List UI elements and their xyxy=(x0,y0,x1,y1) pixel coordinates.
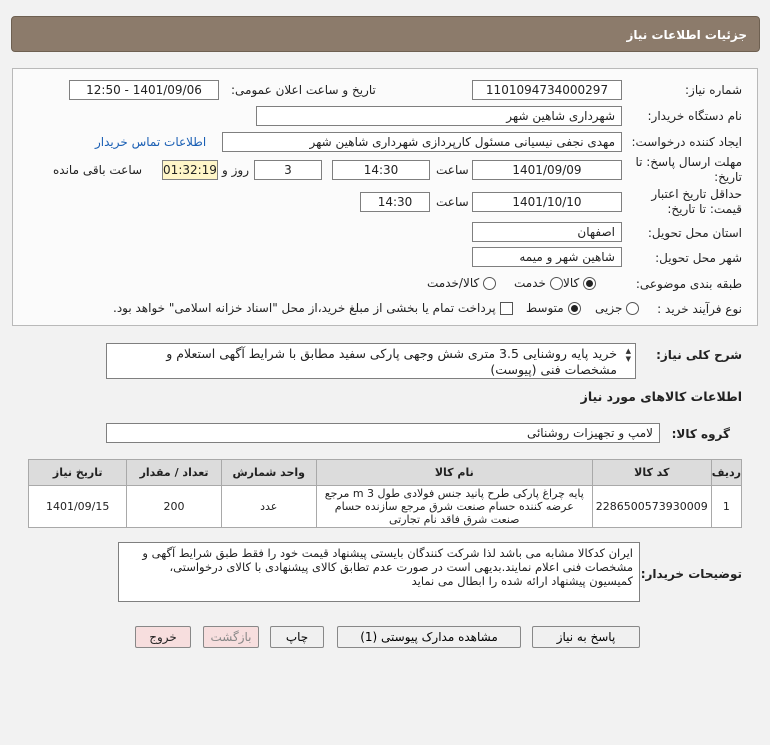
deadline-time-label: ساعت xyxy=(436,163,469,177)
remaining-time-field: 01:32:19 xyxy=(162,160,218,180)
table-row: 1 2286500573930009 پایه چراغ پارکی طرح پ… xyxy=(27,485,743,528)
col-date: تاریخ نیاز xyxy=(27,459,128,486)
cell-row: 1 xyxy=(710,485,743,528)
summary-text: خرید پایه روشنایی 3.5 متری شش وجهی پارکی… xyxy=(166,346,617,377)
reply-button[interactable]: پاسخ به نیاز xyxy=(532,626,640,648)
cell-code: 2286500573930009 xyxy=(591,485,712,528)
radio-icon[interactable] xyxy=(583,277,597,290)
summary-label: شرح کلی نیاز: xyxy=(656,348,742,362)
col-qty: تعداد / مقدار xyxy=(126,459,222,486)
cell-name: پایه چراغ پارکی طرح پانید جنس فولادی طول… xyxy=(315,485,593,528)
col-name: نام کالا xyxy=(315,459,593,486)
validity-date-field: 1401/10/10 xyxy=(472,192,622,212)
remaining-label: ساعت باقی مانده xyxy=(53,163,143,177)
cell-unit: عدد xyxy=(220,485,317,528)
deadline-label-1: مهلت ارسال پاسخ: تا xyxy=(635,155,742,169)
buyer-notes-label: توضیحات خریدار: xyxy=(640,567,742,581)
checkbox-icon[interactable] xyxy=(499,302,513,315)
buyer-org-label: نام دستگاه خریدار: xyxy=(647,109,743,123)
creator-label: ایجاد کننده درخواست: xyxy=(631,135,742,149)
deadline-time-field: 14:30 xyxy=(332,160,430,180)
goods-group-field: لامپ و تجهیزات روشنائی xyxy=(106,423,660,443)
need-number-field: 1101094734000297 xyxy=(472,80,622,100)
category-label: طبقه بندی موضوعی: xyxy=(635,277,742,291)
city-label: شهر محل تحویل: xyxy=(655,251,742,265)
buyer-org-field: شهرداری شاهین شهر xyxy=(256,106,622,126)
radio-icon[interactable] xyxy=(626,302,640,315)
scroll-arrows-icon[interactable]: ▲ ▼ xyxy=(626,347,631,363)
radio-icon[interactable] xyxy=(567,302,581,315)
city-field: شاهین شهر و میمه xyxy=(472,247,622,267)
process-option-minor[interactable]: جزیی xyxy=(595,301,640,315)
validity-time-field: 14:30 xyxy=(360,192,430,212)
province-field: اصفهان xyxy=(472,222,622,242)
treasury-payment-option[interactable]: پرداخت تمام یا بخشی از مبلغ خرید،از محل … xyxy=(113,301,513,315)
summary-textarea[interactable]: ▲ ▼ خرید پایه روشنایی 3.5 متری شش وجهی پا… xyxy=(106,343,636,379)
radio-icon[interactable] xyxy=(549,277,563,290)
days-field: 3 xyxy=(254,160,322,180)
contact-info-link[interactable]: اطلاعات تماس خریدار xyxy=(95,135,206,149)
exit-button[interactable]: خروج xyxy=(135,626,191,648)
deadline-date-field: 1401/09/09 xyxy=(472,160,622,180)
validity-time-label: ساعت xyxy=(436,195,469,209)
goods-group-label: گروه کالا: xyxy=(671,427,730,441)
items-table: ردیف کد کالا نام کالا واحد شمارش تعداد /… xyxy=(27,459,743,528)
back-button[interactable]: بازگشت xyxy=(203,626,259,648)
need-number-label: شماره نیاز: xyxy=(685,83,742,97)
process-label: نوع فرآیند خرید : xyxy=(657,302,742,316)
creator-field: مهدی نجفی نیسیانی مسئول کارپردازی شهردار… xyxy=(222,132,622,152)
validity-label-1: حداقل تاریخ اعتبار xyxy=(651,187,742,201)
deadline-label-2: تاریخ: xyxy=(714,170,742,184)
category-option-goods[interactable]: کالا xyxy=(563,276,597,290)
col-code: کد کالا xyxy=(591,459,712,486)
province-label: استان محل تحویل: xyxy=(647,226,742,240)
buyer-notes-box: ایران کدکالا مشابه می باشد لذا شرکت کنند… xyxy=(118,542,640,602)
goods-info-title: اطلاعات کالاهای مورد نیاز xyxy=(580,389,742,404)
validity-label-2: قیمت: تا تاریخ: xyxy=(667,202,742,216)
col-unit: واحد شمارش xyxy=(220,459,317,486)
view-attachments-button[interactable]: مشاهده مدارک پیوستی (1) xyxy=(337,626,521,648)
table-header-row: ردیف کد کالا نام کالا واحد شمارش تعداد /… xyxy=(27,459,743,486)
category-option-service[interactable]: خدمت xyxy=(514,276,563,290)
days-label: روز و xyxy=(222,163,249,177)
page-title: جزئیات اطلاعات نیاز xyxy=(626,28,747,42)
category-option-goods-service[interactable]: کالا/خدمت xyxy=(427,276,497,290)
process-option-medium[interactable]: متوسط xyxy=(526,301,581,315)
print-button[interactable]: چاپ xyxy=(270,626,324,648)
radio-icon[interactable] xyxy=(483,277,497,290)
announce-field: 1401/09/06 - 12:50 xyxy=(69,80,219,100)
page-header: جزئیات اطلاعات نیاز xyxy=(11,16,760,52)
announce-label: تاریخ و ساعت اعلان عمومی: xyxy=(231,83,376,97)
col-row: ردیف xyxy=(710,459,743,486)
cell-date: 1401/09/15 xyxy=(27,485,128,528)
cell-qty: 200 xyxy=(126,485,222,528)
